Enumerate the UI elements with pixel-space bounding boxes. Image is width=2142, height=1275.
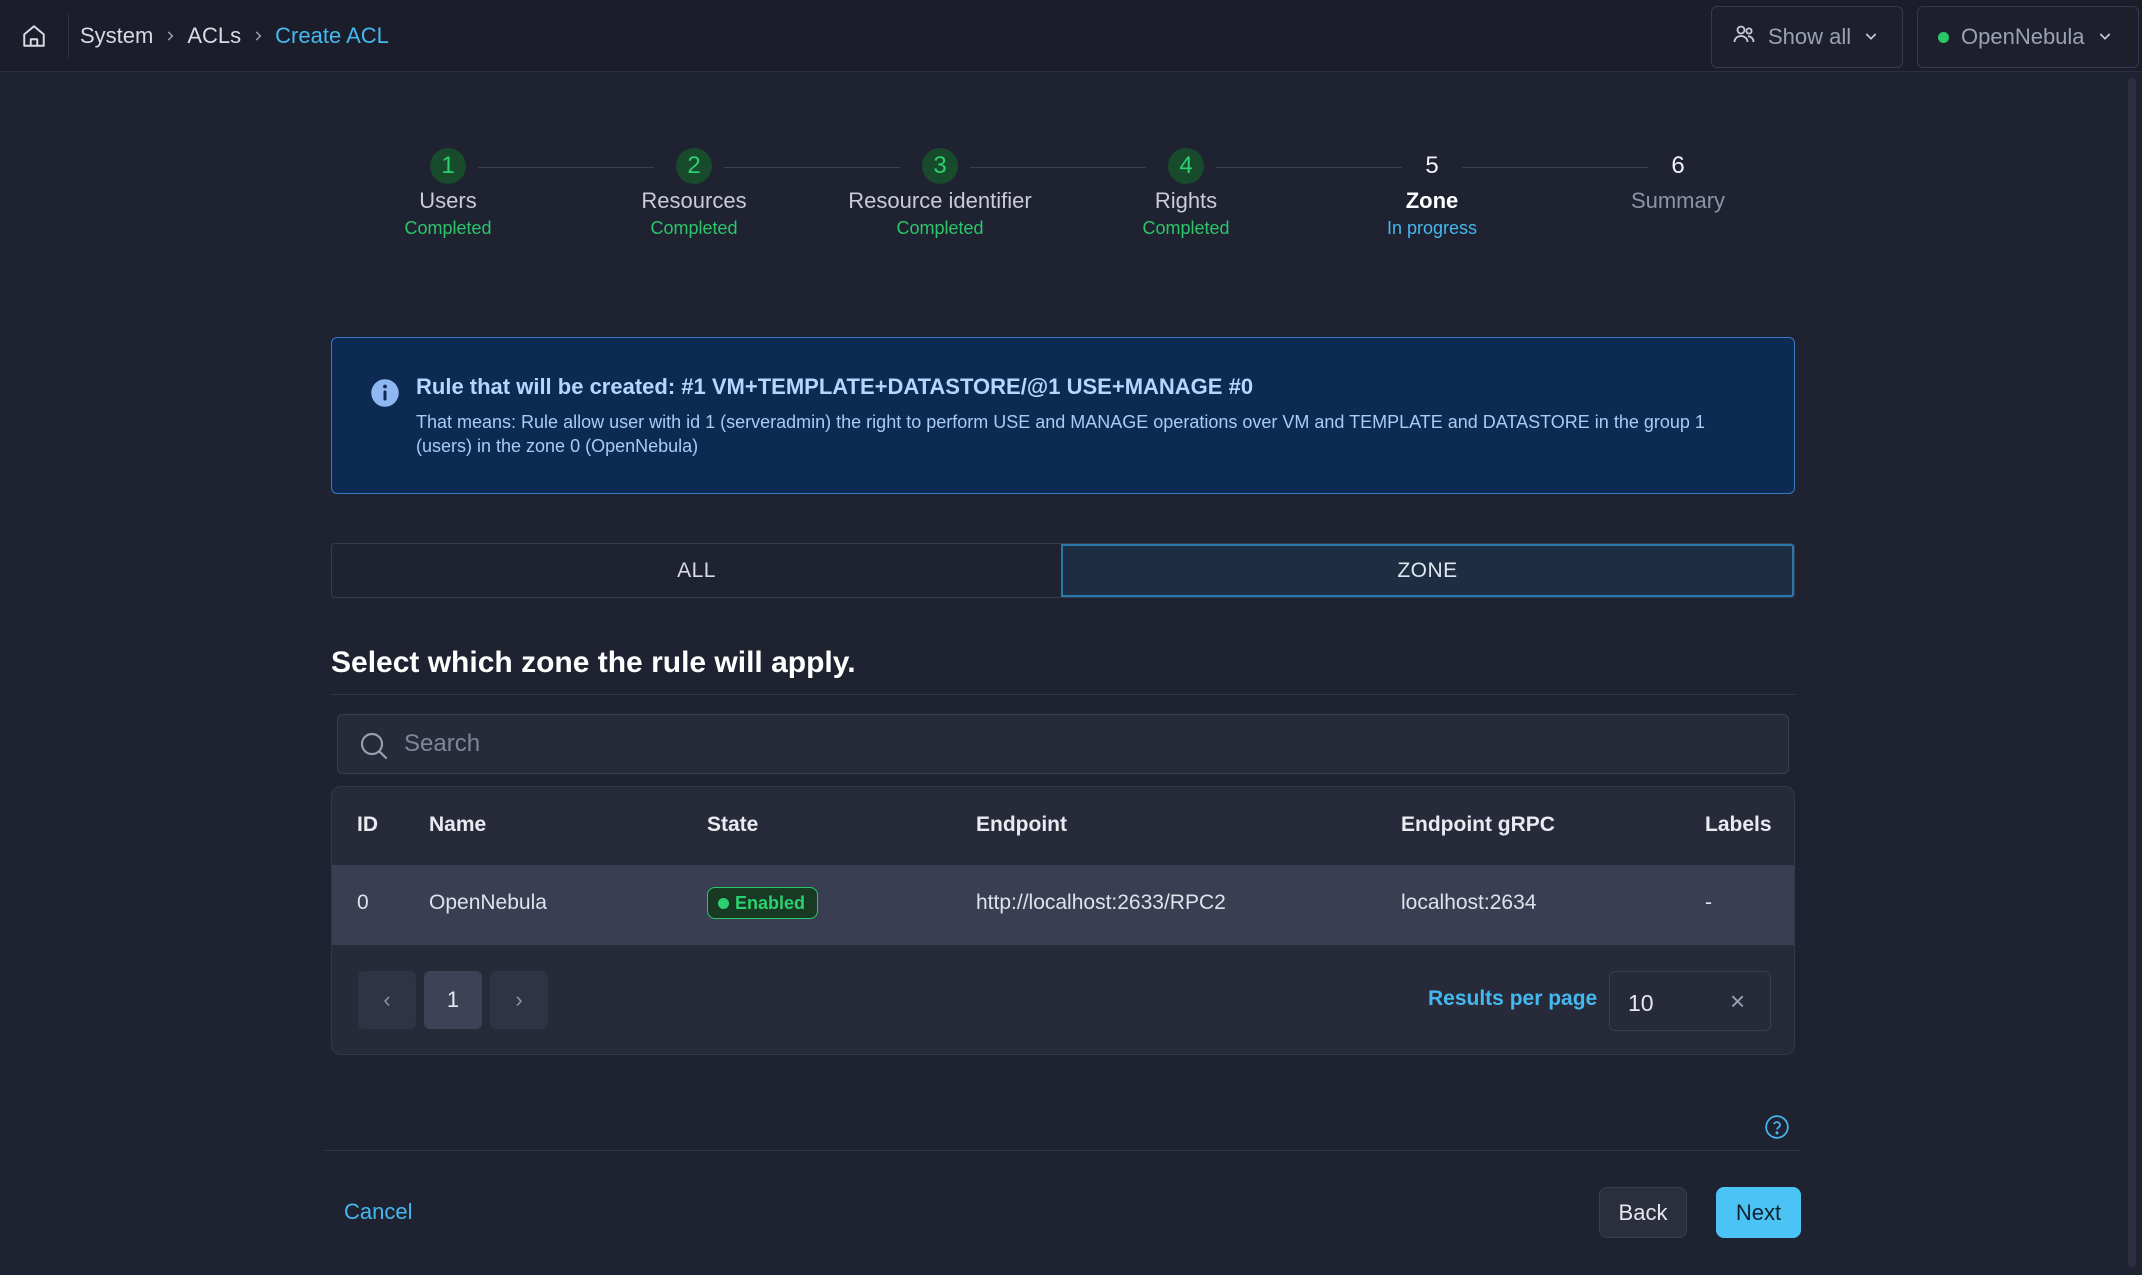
- step-status: Completed: [1142, 218, 1230, 238]
- group-filter-label: Show all: [1768, 24, 1852, 49]
- breadcrumb-current: Create ACL: [275, 23, 389, 48]
- step-label: Resource identifier: [848, 188, 1032, 213]
- step-label: Rights: [1154, 188, 1218, 213]
- users-icon: [1732, 22, 1756, 52]
- rule-info-title: Rule that will be created: #1 VM+TEMPLAT…: [416, 374, 1254, 399]
- next-button[interactable]: Next: [1716, 1187, 1801, 1238]
- step-status: Completed: [404, 218, 492, 238]
- pagination: ‹ 1 ›: [358, 971, 548, 1029]
- step-number: 5: [1425, 152, 1439, 179]
- cell-name: OpenNebula: [429, 891, 547, 914]
- cancel-button[interactable]: Cancel: [330, 1188, 426, 1236]
- step-zone[interactable]: 5 Zone In progress: [1309, 148, 1555, 239]
- chevron-right-icon: [163, 29, 177, 43]
- column-header-state[interactable]: State: [707, 813, 758, 837]
- top-bar: System ACLs Create ACL Show all OpenNebu…: [0, 0, 2142, 72]
- step-status: Completed: [896, 218, 984, 238]
- cell-endpoint: http://localhost:2633/RPC2: [976, 891, 1226, 914]
- chevron-right-icon: [251, 29, 265, 43]
- column-header-endpoint[interactable]: Endpoint: [976, 813, 1067, 837]
- status-badge-label: Enabled: [735, 892, 806, 913]
- results-per-page-select[interactable]: 10 ×: [1609, 971, 1771, 1031]
- tab-zone[interactable]: ZONE: [1061, 544, 1794, 597]
- step-label: Resources: [641, 188, 747, 213]
- column-header-id[interactable]: ID: [357, 813, 378, 837]
- step-label: Users: [419, 188, 477, 213]
- table-row[interactable]: 0 OpenNebula Enabled http://localhost:26…: [332, 865, 1794, 945]
- scope-toggle: ALL ZONE: [331, 543, 1795, 598]
- status-dot: [718, 897, 729, 909]
- zones-table: ID Name State Endpoint Endpoint gRPC Lab…: [331, 786, 1795, 1055]
- chevron-down-icon: [2097, 24, 2113, 50]
- info-icon: [370, 378, 400, 408]
- search-box: [337, 714, 1789, 774]
- column-header-name[interactable]: Name: [429, 813, 486, 837]
- rule-info-text: That means: Rule allow user with id 1 (s…: [416, 412, 1705, 456]
- search-icon: [358, 730, 390, 762]
- breadcrumb: System ACLs Create ACL: [80, 0, 389, 72]
- chevron-down-icon: [1863, 24, 1879, 50]
- search-input[interactable]: [404, 715, 1764, 773]
- step-summary[interactable]: 6 Summary: [1555, 148, 1801, 218]
- section-title: Select which zone the rule will apply.: [331, 646, 856, 679]
- step-users[interactable]: 1 Users Completed: [325, 148, 571, 239]
- zone-selector-label: OpenNebula: [1961, 24, 2085, 49]
- step-number: 3: [922, 148, 958, 184]
- tab-all[interactable]: ALL: [332, 544, 1061, 597]
- step-resource-identifier[interactable]: 3 Resource identifier Completed: [817, 148, 1063, 239]
- clear-icon[interactable]: ×: [1730, 986, 1745, 1017]
- help-icon[interactable]: [1764, 1114, 1790, 1140]
- cell-endpoint-grpc: localhost:2634: [1401, 891, 1537, 914]
- prev-page-button[interactable]: ‹: [358, 971, 416, 1029]
- step-number: 2: [676, 148, 712, 184]
- table-header: ID Name State Endpoint Endpoint gRPC Lab…: [332, 787, 1794, 865]
- zone-selector[interactable]: OpenNebula: [1917, 6, 2139, 68]
- step-status: Completed: [650, 218, 738, 238]
- step-resources[interactable]: 2 Resources Completed: [571, 148, 817, 239]
- back-button[interactable]: Back: [1599, 1187, 1687, 1238]
- step-rights[interactable]: 4 Rights Completed: [1063, 148, 1309, 239]
- breadcrumb-system[interactable]: System: [80, 23, 153, 49]
- next-page-button[interactable]: ›: [490, 971, 548, 1029]
- column-header-endpoint-grpc[interactable]: Endpoint gRPC: [1401, 813, 1555, 837]
- step-number: 1: [430, 148, 466, 184]
- step-label: Summary: [1630, 188, 1726, 213]
- step-status: In progress: [1386, 218, 1478, 238]
- rule-info-alert: Rule that will be created: #1 VM+TEMPLAT…: [331, 337, 1795, 494]
- step-number: 4: [1168, 148, 1204, 184]
- breadcrumb-acls[interactable]: ACLs: [187, 23, 241, 49]
- status-badge: Enabled: [707, 887, 819, 919]
- cell-id: 0: [357, 891, 369, 914]
- results-per-page-label: Results per page: [1428, 987, 1598, 1010]
- page-button-1[interactable]: 1: [424, 971, 482, 1029]
- column-header-labels[interactable]: Labels: [1705, 813, 1772, 837]
- toolbar-divider: [68, 14, 69, 58]
- page-scrollbar[interactable]: [2128, 78, 2136, 1268]
- cell-labels: -: [1705, 891, 1712, 914]
- footer-divider: [325, 1150, 1801, 1151]
- group-filter-button[interactable]: Show all: [1711, 6, 1903, 68]
- home-icon[interactable]: [18, 20, 50, 52]
- section-divider: [331, 694, 1795, 695]
- zone-status-dot: [1938, 31, 1949, 43]
- step-number: 6: [1671, 152, 1685, 179]
- results-per-page-value: 10: [1628, 990, 1654, 1016]
- step-label: Zone: [1405, 188, 1459, 213]
